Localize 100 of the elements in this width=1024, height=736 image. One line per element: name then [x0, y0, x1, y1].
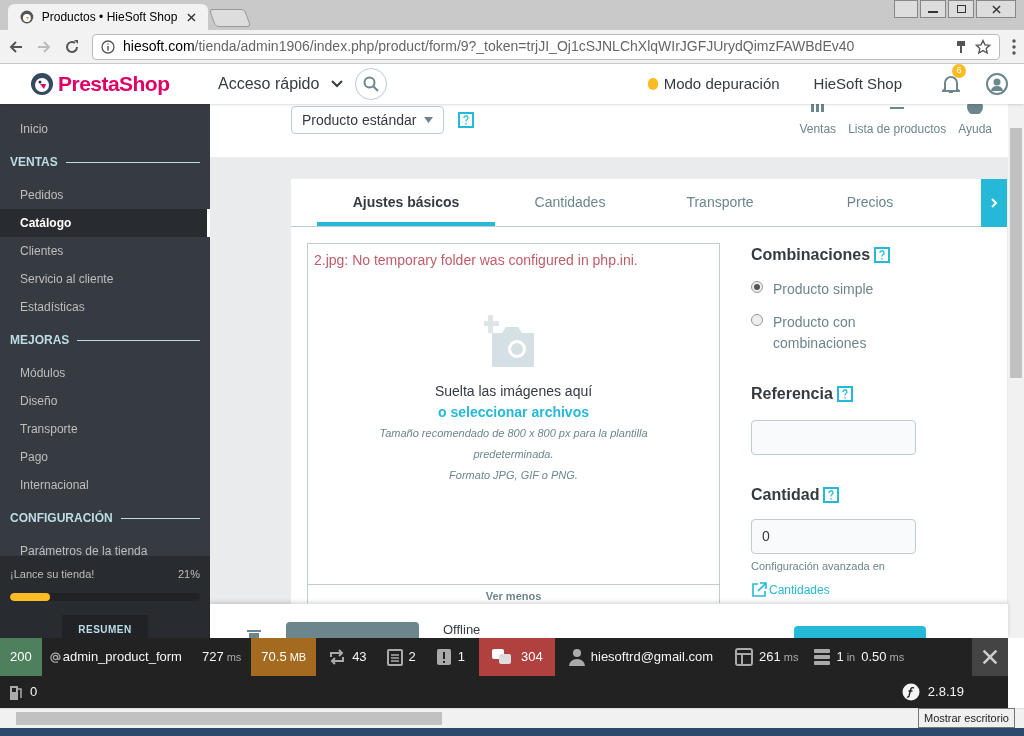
close-icon[interactable] [187, 12, 196, 22]
sidebar-section: CONFIGURACIÓN [10, 509, 113, 527]
help-icon[interactable] [458, 112, 475, 128]
tab[interactable]: Cantidades [495, 179, 645, 226]
sidebar-item[interactable]: Pago [0, 443, 210, 471]
debug-mode-label[interactable]: Modo depuración [663, 72, 780, 96]
sidebar-item[interactable]: Inicio [0, 115, 210, 143]
info-icon [101, 39, 115, 54]
sidebar-item[interactable]: Diseño [0, 387, 210, 415]
url-text: hiesoft.com/tienda/admin1906/index.php/product/form/9?_token=trjJI_Oj1cSJNLChXlqWIrJGFJUrydQimzFAWBdEv40 [123, 37, 855, 56]
restore-icon[interactable] [948, 0, 974, 18]
sidebar-item[interactable]: Catálogo [0, 209, 210, 237]
radio-button[interactable] [751, 314, 763, 326]
summary-button[interactable]: RESUMEN [62, 614, 148, 638]
bell-icon[interactable] [942, 74, 960, 94]
tooltip: Mostrar escritorio [918, 708, 1015, 728]
advanced-text: Configuración avanzada en [751, 559, 886, 574]
new-tab-button[interactable] [208, 9, 252, 27]
section-title: Referencia [751, 384, 833, 404]
route-text[interactable]: admin_product_form [62, 647, 182, 667]
scrollbar-thumb[interactable] [1010, 128, 1022, 378]
toolbar-action[interactable]: Ventas [799, 104, 837, 138]
layout-icon [735, 648, 754, 666]
reload-icon[interactable] [64, 38, 80, 55]
error-message: 2.jpg: No temporary folder was configured in php.ini. [313, 251, 639, 270]
reference-field[interactable] [751, 420, 916, 455]
product-type-dropdown[interactable]: Producto estándar [291, 106, 445, 134]
fuel-pump-icon [10, 684, 22, 700]
browser-tab[interactable]: Productos • HieSoft Shop [8, 4, 208, 30]
close-icon[interactable] [991, 4, 1001, 14]
radio-button[interactable] [751, 281, 763, 293]
debug-value: 2.8.19 [927, 683, 964, 702]
toolbar-action[interactable]: Lista de productos [848, 104, 947, 138]
radio-label[interactable]: Producto simple [773, 279, 893, 300]
close-button[interactable] [976, 0, 1016, 18]
external-link-icon [751, 581, 767, 598]
back-icon[interactable] [8, 38, 24, 55]
refresh-icon [328, 648, 347, 666]
debug-value: 1 [457, 648, 466, 667]
horizontal-scrollbar-thumb[interactable] [16, 712, 442, 725]
symfony-icon [901, 683, 920, 701]
unit-text: ms [226, 649, 242, 665]
shop-name-link[interactable]: HieSoft Shop [813, 72, 902, 96]
help-icon[interactable] [836, 386, 853, 402]
sidebar-item[interactable]: Módulos [0, 359, 210, 387]
hint-text: Formato JPG, GIF o PNG. [448, 468, 579, 483]
sidebar-item[interactable]: Transporte [0, 415, 210, 443]
quantity-field[interactable]: 0 [751, 519, 916, 554]
person-icon [568, 648, 585, 666]
hint-text: Tamaño recomendado de 800 x 800 px para la plantilla predeterminada. [378, 426, 649, 462]
section-title: Cantidad [751, 485, 820, 505]
close-button[interactable] [972, 638, 1008, 676]
launch-label: ¡Lance su tienda! [10, 567, 95, 582]
debug-value: 727 [201, 648, 224, 667]
puffin-icon [20, 10, 34, 24]
trash-icon[interactable] [246, 630, 262, 638]
key-icon[interactable] [955, 39, 967, 54]
sidebar-item[interactable]: Parámetros de la tienda [0, 537, 210, 556]
at-icon [49, 651, 61, 663]
toggle-link[interactable]: Ver menos [308, 584, 719, 603]
translation-panel[interactable]: 304 [479, 638, 555, 676]
address-bar[interactable]: hiesoft.com/tienda/admin1906/index.php/product/form/9?_token=trjJI_Oj1cSJNLChXlqWIrJGFJUrydQimzFAWBdEv40 [92, 33, 1000, 60]
unit-text: ms [889, 649, 905, 665]
tab[interactable]: Precios [795, 179, 945, 226]
debug-value: hiesoftrd@gmail.com [590, 648, 714, 667]
tab[interactable]: Transporte [645, 179, 795, 226]
notification-badge: 6 [952, 64, 966, 78]
drop-text: Suelta las imágenes aquí [434, 382, 593, 401]
sidebar-item[interactable]: Servicio al cliente [0, 265, 210, 293]
menu-icon[interactable] [1012, 38, 1016, 55]
launch-percent: 21% [177, 567, 200, 582]
debug-value: 0 [30, 683, 38, 702]
quick-access-dropdown[interactable]: Acceso rápido [218, 72, 344, 96]
logo-text: PrestaShop [58, 71, 170, 98]
section-title: Combinaciones [751, 245, 871, 265]
translate-icon [491, 648, 514, 666]
debug-value: 43 [352, 648, 367, 667]
sidebar-item[interactable]: Pedidos [0, 181, 210, 209]
debug-value: 261 [759, 648, 781, 667]
chevron-down-icon [331, 80, 344, 88]
star-icon[interactable] [975, 38, 991, 55]
sidebar-item[interactable]: Internacional [0, 471, 210, 499]
debug-value: 2 [408, 648, 416, 667]
image-dropzone[interactable] [307, 243, 720, 603]
minimize-icon[interactable] [920, 0, 946, 18]
tab[interactable]: Ajustes básicos [317, 179, 495, 226]
status-text: Offline [443, 622, 481, 638]
status-code[interactable]: 200 [0, 638, 42, 676]
sidebar-item[interactable]: Estadísticas [0, 293, 210, 321]
memory-panel[interactable]: 70.5 MB [251, 638, 317, 676]
toolbar-action[interactable]: Ayuda [958, 104, 992, 138]
sidebar-item[interactable]: Clientes [0, 237, 210, 265]
radio-label[interactable]: Producto con combinaciones [773, 312, 893, 354]
help-icon[interactable] [823, 487, 840, 503]
puffin-logo-icon [30, 72, 54, 96]
unit-text: ms [783, 649, 799, 665]
clipboard-icon [386, 648, 403, 666]
help-icon[interactable] [874, 247, 891, 263]
chevron-right-icon [990, 198, 998, 208]
alert-icon [435, 648, 452, 666]
